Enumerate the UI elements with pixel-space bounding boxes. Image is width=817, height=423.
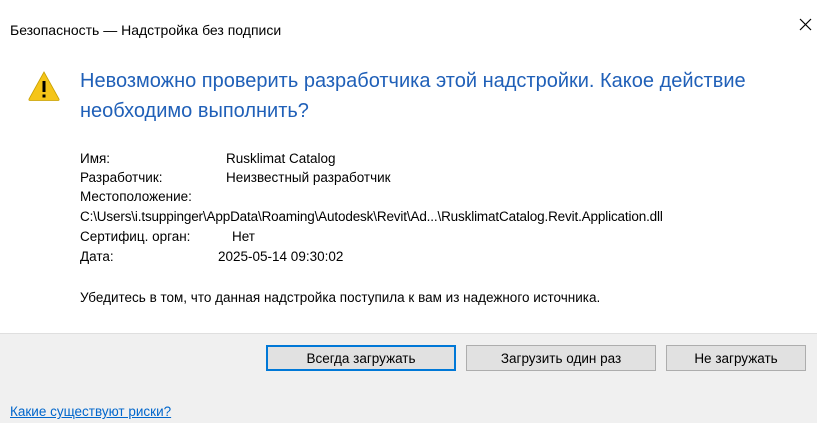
always-load-button[interactable]: Всегда загружать xyxy=(266,345,456,371)
date-label: Дата: xyxy=(80,249,114,264)
dialog-headline: Невозможно проверить разработчика этой н… xyxy=(80,70,746,122)
name-label: Имя: xyxy=(80,151,111,166)
developer-label: Разработчик: xyxy=(80,170,163,185)
developer-value: Неизвестный разработчик xyxy=(226,170,391,185)
window-title: Безопасность — Надстройка без подписи xyxy=(10,22,282,38)
close-button[interactable] xyxy=(793,12,817,40)
trust-note: Убедитесь в том, что данная надстройка п… xyxy=(80,290,601,305)
security-dialog: Безопасность — Надстройка без подписи Не… xyxy=(0,0,817,423)
name-value: Rusklimat Catalog xyxy=(226,151,336,166)
cert-value: Нет xyxy=(232,229,255,244)
close-icon xyxy=(799,18,812,31)
button-bar: Всегда загружать Загрузить один раз Не з… xyxy=(0,333,817,382)
risks-link[interactable]: Какие существуют риски? xyxy=(10,404,171,419)
warning-icon xyxy=(28,71,60,101)
footer: Какие существуют риски? xyxy=(0,381,817,423)
location-label: Местоположение: xyxy=(80,189,192,204)
do-not-load-button[interactable]: Не загружать xyxy=(666,345,806,371)
date-value: 2025-05-14 09:30:02 xyxy=(218,249,344,264)
location-value: C:\Users\i.tsuppinger\AppData\Roaming\Au… xyxy=(80,209,663,224)
title-bar: Безопасность — Надстройка без подписи xyxy=(0,0,817,40)
cert-label: Сертифиц. орган: xyxy=(80,229,191,244)
load-once-button[interactable]: Загрузить один раз xyxy=(466,345,656,371)
